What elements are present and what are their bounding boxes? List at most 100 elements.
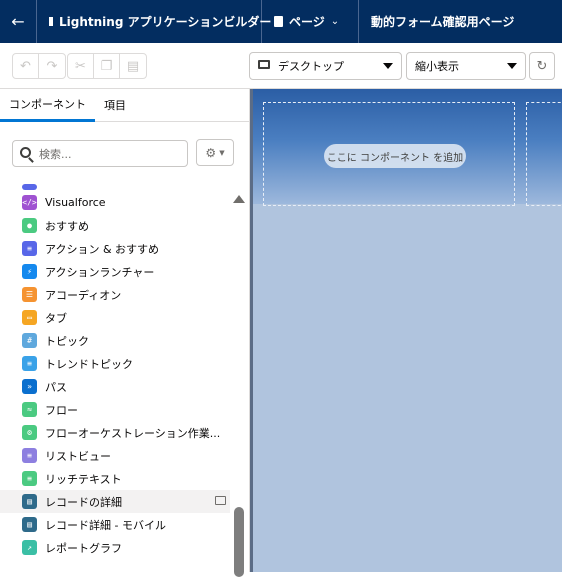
clipboard-group: ✂ ❐ ▤ — [67, 53, 147, 79]
list-item[interactable]: </> Visualforce — [0, 191, 230, 214]
builder-toolbar: ↶ ↷ ✂ ❐ ▤ デスクトップ 縮小表示 ↻ — [0, 43, 562, 89]
list-item[interactable]: ≡ トレンドトピック — [0, 352, 230, 375]
search-icon — [20, 147, 31, 158]
device-select[interactable]: デスクトップ — [249, 52, 402, 80]
tab-fields[interactable]: 項目 — [95, 89, 135, 121]
add-component-button[interactable]: ここに コンポーネント を追加 — [324, 144, 466, 168]
list-item[interactable]: ≡ アクション & おすすめ — [0, 237, 230, 260]
list-item[interactable]: ↗ レポートグラフ — [0, 536, 230, 559]
redo-button[interactable]: ↷ — [39, 54, 65, 78]
refresh-button[interactable]: ↻ — [529, 52, 555, 80]
page-menu-label: ページ — [289, 15, 325, 29]
list-view-icon: ≡ — [22, 448, 37, 463]
list-item-label: トレンドトピック — [45, 357, 133, 371]
cut-button[interactable]: ✂ — [68, 54, 94, 78]
list-item[interactable]: » パス — [0, 375, 230, 398]
list-item-label: フローオーケストレーション作業... — [45, 426, 221, 440]
list-item-label: トピック — [45, 334, 89, 348]
list-item[interactable]: ▤ レコード詳細 - モバイル — [0, 513, 230, 536]
list-item-label: フロー — [45, 403, 78, 417]
list-item-partial — [0, 182, 230, 191]
caret-down-icon — [383, 63, 393, 69]
panel-tabs: コンポーネント 項目 — [0, 89, 249, 122]
top-navigation-bar: ← Lightning アプリケーションビルダー ページ ⌄ 動的フォーム確認用… — [0, 0, 562, 43]
list-item[interactable]: ● おすすめ — [0, 214, 230, 237]
path-icon: » — [22, 379, 37, 394]
zoom-select[interactable]: 縮小表示 — [406, 52, 526, 80]
list-item-label: おすすめ — [45, 219, 89, 233]
lightning-icon: ⚡ — [22, 264, 37, 279]
component-drop-zone-secondary[interactable] — [526, 102, 562, 206]
undo-redo-group: ↶ ↷ — [12, 53, 66, 79]
list-item-label: Visualforce — [45, 196, 106, 209]
list-item-label: レコード詳細 - モバイル — [45, 518, 166, 532]
page-icon — [274, 16, 283, 27]
app-builder-icon — [49, 17, 53, 26]
caret-down-icon — [507, 63, 517, 69]
list-item-label: リッチテキスト — [45, 472, 122, 486]
redo-icon: ↷ — [46, 58, 58, 74]
lightbulb-icon: ● — [22, 218, 37, 233]
app-name: Lightning アプリケーションビルダー — [59, 15, 272, 29]
list-scrollbar[interactable] — [232, 191, 246, 577]
undo-icon: ↶ — [20, 58, 31, 74]
topic-icon: # — [22, 333, 37, 348]
component-list: </> Visualforce ● おすすめ ≡ アクション & おすすめ ⚡ アクションラン… — [0, 182, 230, 572]
paste-button[interactable]: ▤ — [120, 54, 146, 78]
undo-button[interactable]: ↶ — [13, 54, 39, 78]
list-item[interactable]: ≡ リッチテキスト — [0, 467, 230, 490]
copy-icon: ❐ — [100, 58, 113, 74]
tab-components[interactable]: コンポーネント — [0, 89, 95, 122]
accordion-icon: ☰ — [22, 287, 37, 302]
list-item[interactable]: ▭ タブ — [0, 306, 230, 329]
report-chart-icon: ↗ — [22, 540, 37, 555]
arrow-left-icon: ← — [11, 12, 25, 31]
copy-button[interactable]: ❐ — [94, 54, 120, 78]
component-icon — [22, 183, 37, 190]
caret-down-icon: ▼ — [219, 148, 225, 157]
list-item-label: アコーディオン — [45, 288, 122, 302]
list-item[interactable]: ≈ フロー — [0, 398, 230, 421]
cut-icon: ✂ — [75, 58, 86, 74]
list-item[interactable]: # トピック — [0, 329, 230, 352]
list-item[interactable]: ≡ リストビュー — [0, 444, 230, 467]
header-region: ここに コンポーネント を追加 — [253, 89, 562, 206]
page-title: 動的フォーム確認用ページ — [359, 0, 526, 43]
list-item-label: タブ — [45, 311, 67, 325]
desktop-icon — [258, 60, 270, 69]
refresh-icon: ↻ — [536, 58, 548, 74]
list-item[interactable]: ⚙ フローオーケストレーション作業... — [0, 421, 230, 444]
components-panel: コンポーネント 項目 検索... ⚙ ▼ </> Visualforce ● おすすめ… — [0, 89, 250, 577]
paste-icon: ▤ — [126, 58, 140, 74]
list-item-label: リストビュー — [45, 449, 111, 463]
back-button[interactable]: ← — [0, 0, 37, 43]
visualforce-icon: </> — [22, 195, 37, 210]
tabs-icon: ▭ — [22, 310, 37, 325]
scroll-up-icon[interactable] — [233, 195, 245, 203]
zoom-select-value: 縮小表示 — [415, 60, 459, 73]
list-item[interactable]: ▤ レコードの詳細 — [0, 490, 230, 513]
orchestration-icon: ⚙ — [22, 425, 37, 440]
scrollbar-thumb[interactable] — [234, 507, 244, 577]
search-input[interactable]: 検索... — [12, 140, 188, 167]
list-item[interactable]: ☰ アコーディオン — [0, 283, 230, 306]
page-title-text: 動的フォーム確認用ページ — [371, 15, 515, 29]
list-item-label: パス — [45, 380, 67, 394]
flow-icon: ≈ — [22, 402, 37, 417]
rich-text-icon: ≡ — [22, 471, 37, 486]
record-detail-mobile-icon: ▤ — [22, 517, 37, 532]
list-item-label: アクション & おすすめ — [45, 242, 160, 256]
record-detail-icon: ▤ — [22, 494, 37, 509]
trending-topics-icon: ≡ — [22, 356, 37, 371]
page-canvas: ここに コンポーネント を追加 — [250, 89, 562, 572]
list-item-label: レポートグラフ — [45, 541, 122, 555]
search-placeholder: 検索... — [39, 147, 72, 161]
gear-icon: ⚙ — [205, 145, 217, 160]
component-drop-zone[interactable]: ここに コンポーネント を追加 — [263, 102, 515, 206]
list-item-label: レコードの詳細 — [45, 495, 122, 509]
action-list-icon: ≡ — [22, 241, 37, 256]
device-preview-icon — [215, 496, 226, 505]
settings-menu-button[interactable]: ⚙ ▼ — [196, 139, 234, 166]
list-item[interactable]: ⚡ アクションランチャー — [0, 260, 230, 283]
page-menu-button[interactable]: ページ ⌄ — [262, 0, 359, 43]
